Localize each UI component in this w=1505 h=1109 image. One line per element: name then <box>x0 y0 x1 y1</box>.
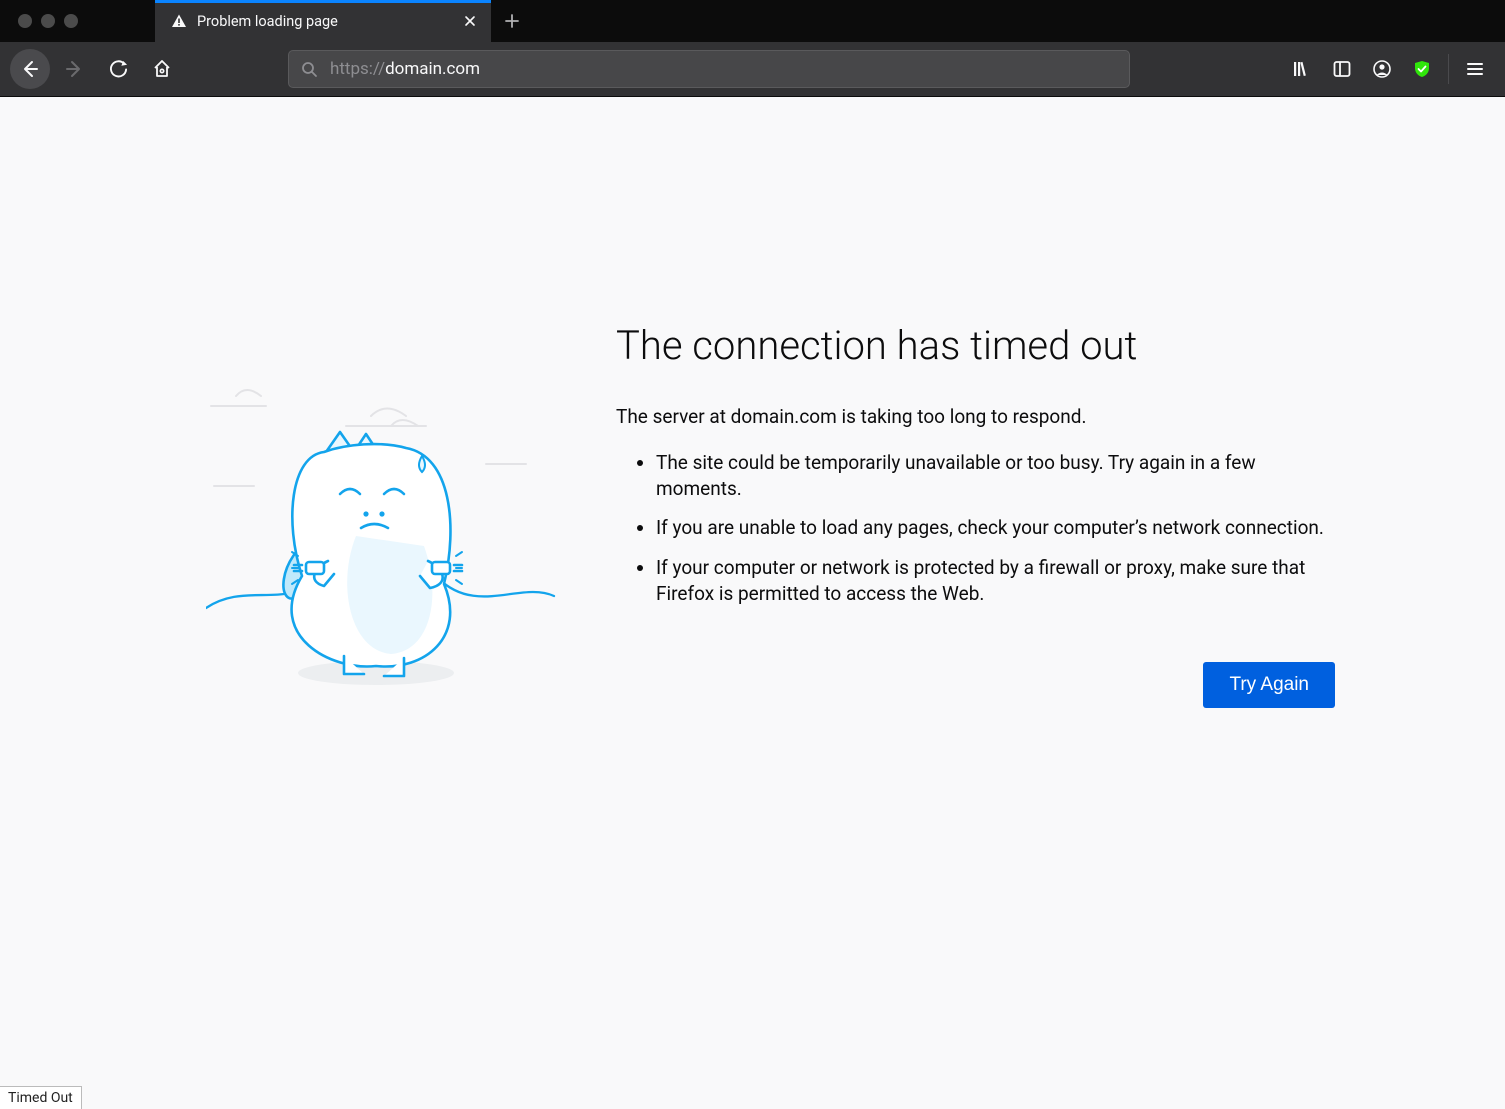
error-subtitle: The server at domain.com is taking too l… <box>616 405 1335 428</box>
error-title: The connection has timed out <box>616 322 1335 369</box>
back-button[interactable] <box>10 49 50 89</box>
error-actions: Try Again <box>616 662 1335 708</box>
library-button[interactable] <box>1282 49 1322 89</box>
shield-icon[interactable] <box>1402 49 1442 89</box>
error-suggestion: If your computer or network is protected… <box>656 555 1335 606</box>
titlebar: Problem loading page <box>0 0 1505 42</box>
url-bar[interactable]: https://domain.com <box>288 50 1130 88</box>
account-button[interactable] <box>1362 49 1402 89</box>
toolbar: https://domain.com <box>0 42 1505 97</box>
menu-button[interactable] <box>1455 49 1495 89</box>
browser-tab[interactable]: Problem loading page <box>155 0 491 42</box>
tab-title: Problem loading page <box>197 13 449 30</box>
status-badge: Timed Out <box>0 1086 82 1109</box>
search-icon <box>301 61 318 78</box>
error-page: The connection has timed out The server … <box>0 97 1505 708</box>
url-text: https://domain.com <box>330 59 480 79</box>
error-illustration <box>206 322 556 708</box>
new-tab-button[interactable] <box>491 0 533 42</box>
sidebar-button[interactable] <box>1322 49 1362 89</box>
forward-button[interactable] <box>54 49 94 89</box>
window-zoom[interactable] <box>64 14 78 28</box>
error-suggestion: If you are unable to load any pages, che… <box>656 515 1335 541</box>
error-text: The connection has timed out The server … <box>616 322 1335 708</box>
toolbar-separator <box>1448 54 1449 84</box>
toolbar-right <box>1282 49 1495 89</box>
reload-button[interactable] <box>98 49 138 89</box>
warning-icon <box>171 13 187 29</box>
error-suggestions: The site could be temporarily unavailabl… <box>616 450 1335 606</box>
home-button[interactable] <box>142 49 182 89</box>
url-scheme: https:// <box>330 59 385 79</box>
error-suggestion: The site could be temporarily unavailabl… <box>656 450 1335 501</box>
url-host: domain.com <box>385 59 480 79</box>
try-again-button[interactable]: Try Again <box>1203 662 1335 708</box>
window-close[interactable] <box>18 14 32 28</box>
tab-close-button[interactable] <box>463 14 477 28</box>
window-minimize[interactable] <box>41 14 55 28</box>
window-controls <box>0 0 155 42</box>
